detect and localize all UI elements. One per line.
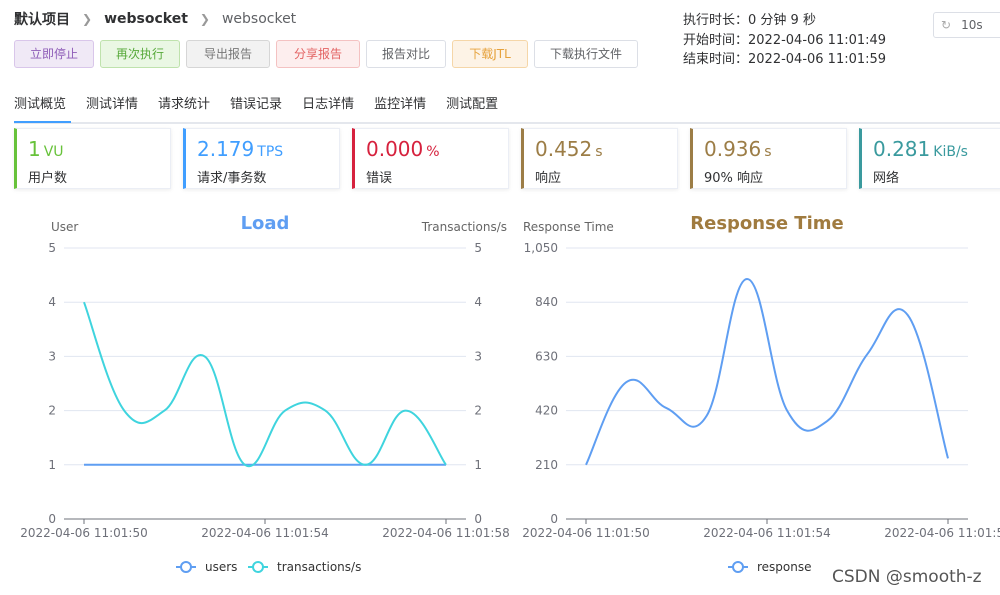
y-tick-label: 1 [48,458,56,472]
breadcrumb-project[interactable]: 默认项目 [14,9,70,29]
y-tick-label: 3 [48,349,56,363]
share-report-button[interactable]: 分享报告 [276,40,360,68]
x-tick-label: 2022-04-06 11:01:54 [703,526,830,540]
series-line-response [585,277,949,466]
card-label: 网络 [873,171,900,186]
x-tick-label: 2022-04-06 11:01:50 [20,526,147,540]
breadcrumb-scenario[interactable]: websocket [104,11,188,27]
y-tick-label: 0 [48,512,56,526]
execution-info: 执行时长：0 分钟 9 秒 开始时间：2022-04-06 11:01:49 结… [683,11,886,70]
series-line-transactions-s [83,301,447,468]
card-errors: 0.000% 错误 [352,128,509,189]
legend-marker [180,561,192,573]
y-tick-label-right: 5 [474,241,482,255]
card-response: 0.452 s 响应 [521,128,678,189]
y-axis-label-right: Transactions/s [421,220,507,234]
card-label: 错误 [366,171,393,186]
rerun-button[interactable]: 再次执行 [100,40,180,68]
y-tick-label: 210 [535,458,558,472]
x-tick-label: 2022-04-06 11:01:58 [382,526,509,540]
tab-details[interactable]: 测试详情 [86,93,138,119]
card-tps: 2.179 TPS 请求/事务数 [183,128,340,189]
refresh-interval-select[interactable]: ↻ 10s [933,12,1000,38]
stop-button[interactable]: 立即停止 [14,40,94,68]
card-value: 1 VU [28,137,64,161]
y-tick-label: 420 [535,404,558,418]
y-tick-label-right: 4 [474,295,482,309]
card-network: 0.281 KiB/s 网络 [859,128,1000,189]
card-label: 响应 [535,171,562,186]
report-tabs: 测试概览 测试详情 请求统计 错误记录 日志详情 监控详情 测试配置 [14,93,518,119]
tab-errors[interactable]: 错误记录 [230,93,282,119]
card-value: 0.452 s [535,137,603,161]
compare-report-button[interactable]: 报告对比 [366,40,446,68]
legend-marker [252,561,264,573]
y-tick-label: 4 [48,295,56,309]
legend-label: users [205,560,237,574]
y-tick-label-right: 3 [474,349,482,363]
download-jtl-button[interactable]: 下载JTL [452,40,528,68]
refresh-interval-value: 10s [961,18,983,32]
toolbar: 立即停止 再次执行 导出报告 分享报告 报告对比 下载JTL 下载执行文件 [14,40,638,68]
download-files-button[interactable]: 下载执行文件 [534,40,638,68]
card-value: 0.936 s [704,137,772,161]
y-tick-label: 2 [48,404,56,418]
export-report-button[interactable]: 导出报告 [186,40,270,68]
card-label: 90% 响应 [704,171,764,186]
watermark-text: CSDN @smooth-z [832,567,982,587]
tab-monitoring[interactable]: 监控详情 [374,93,426,119]
breadcrumb: 默认项目 ❯ websocket ❯ websocket [14,9,296,29]
legend-marker [732,561,744,573]
y-tick-label: 5 [48,241,56,255]
execution-duration: 执行时长：0 分钟 9 秒 [683,13,816,28]
card-value: 2.179 TPS [197,137,284,161]
y-tick-label: 840 [535,295,558,309]
tab-active-indicator [14,121,71,123]
card-value: 0.000% [366,137,440,161]
x-tick-label: 2022-04-06 11:01:54 [201,526,328,540]
y-tick-label: 0 [550,512,558,526]
card-label: 用户数 [28,171,68,186]
card-users: 1 VU 用户数 [14,128,171,189]
y-tick-label: 630 [535,349,558,363]
y-tick-label-right: 0 [474,512,482,526]
tab-logs[interactable]: 日志详情 [302,93,354,119]
tab-request-stats[interactable]: 请求统计 [158,93,210,119]
refresh-icon: ↻ [941,18,952,32]
y-tick-label-right: 2 [474,404,482,418]
y-axis-label: User [51,220,78,234]
x-tick-label: 2022-04-06 11:01:58 [884,526,1000,540]
tab-config[interactable]: 测试配置 [446,93,498,119]
chevron-right-icon: ❯ [82,12,93,26]
x-tick-label: 2022-04-06 11:01:50 [522,526,649,540]
card-label: 请求/事务数 [197,171,267,186]
breadcrumb-test: websocket [221,11,297,27]
y-axis-label: Response Time [523,220,614,234]
chart-title: Response Time [690,213,843,234]
chevron-right-icon: ❯ [199,12,210,26]
top-bar: 默认项目 ❯ websocket ❯ websocket 立即停止 再次执行 导… [0,0,1000,80]
chart-title: Load [241,213,290,234]
y-tick-label-right: 1 [474,458,482,472]
execution-end: 结束时间：2022-04-06 11:01:59 [683,52,887,67]
execution-start: 开始时间：2022-04-06 11:01:49 [683,32,887,48]
legend-label: response [757,560,812,574]
y-tick-label: 1,050 [524,241,558,255]
card-value: 0.281 KiB/s [873,137,968,161]
tab-overview[interactable]: 测试概览 [14,93,66,119]
tab-divider [14,122,1000,124]
legend-label: transactions/s [277,560,361,574]
card-p90-response: 0.936 s 90% 响应 [690,128,847,189]
charts-area: Load User Transactions/s 0 0 1 1 2 2 3 3 4 4 5 5 2022-0… [20,213,1000,574]
